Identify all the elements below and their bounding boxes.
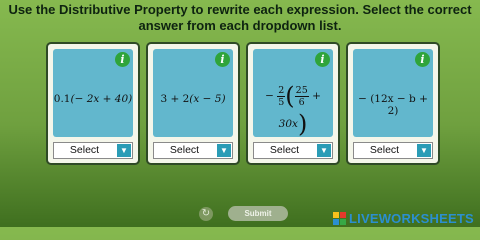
question-card-4: i − (12x − b + 2) Select ▼ [346, 42, 440, 165]
submit-button[interactable]: Submit [228, 206, 288, 221]
expression-4: − (12x − b + 2) [358, 93, 428, 117]
expression-panel: i 0.1(− 2x + 40) [53, 49, 133, 137]
logo-icon [333, 211, 346, 225]
question-card-2: i 3 + 2(x − 5) Select ▼ [146, 42, 240, 165]
chevron-down-icon[interactable]: ▼ [417, 144, 431, 157]
close-paren: ) [297, 110, 308, 138]
open-paren: ( [285, 82, 295, 110]
info-icon[interactable]: i [415, 52, 430, 67]
logo-text: LIVEWORKSHEETS [349, 210, 474, 226]
expression-3: − 2 5 ( 25 6 + 30x) [253, 82, 333, 138]
expression-1-coef: 0.1 [53, 93, 71, 105]
answer-dropdown-2[interactable]: Select ▼ [153, 142, 233, 159]
expression-panel: i − (12x − b + 2) [353, 49, 433, 137]
liveworksheets-logo: LIVEWORKSHEETS [333, 210, 474, 226]
info-icon[interactable]: i [315, 52, 330, 67]
instructions-text: Use the Distributive Property to rewrite… [8, 2, 472, 33]
chevron-down-icon[interactable]: ▼ [117, 144, 131, 157]
chevron-down-icon[interactable]: ▼ [317, 144, 331, 157]
expression-1: 0.1(− 2x + 40) [53, 93, 133, 105]
dropdown-value: Select [269, 144, 300, 156]
dropdown-value: Select [169, 144, 200, 156]
info-icon[interactable]: i [115, 52, 130, 67]
expression-3-sign: − [265, 90, 274, 102]
fraction-denominator: 6 [298, 96, 305, 108]
answer-dropdown-1[interactable]: Select ▼ [53, 142, 133, 159]
answer-dropdown-4[interactable]: Select ▼ [353, 142, 433, 159]
expression-1-body: (− 2x + 40) [70, 93, 133, 105]
info-icon[interactable]: i [215, 52, 230, 67]
expression-2: 3 + 2(x − 5) [153, 93, 233, 105]
expression-panel: i 3 + 2(x − 5) [153, 49, 233, 137]
fraction-25-6: 25 6 [294, 84, 309, 108]
question-card-3: i − 2 5 ( 25 6 + 30x) Select ▼ [246, 42, 340, 165]
expression-2-b: (x − 5) [189, 93, 226, 105]
fraction-numerator: 25 [294, 84, 309, 97]
expression-2-a: 3 + 2 [160, 93, 190, 105]
dropdown-value: Select [369, 144, 400, 156]
answer-dropdown-3[interactable]: Select ▼ [253, 142, 333, 159]
chevron-down-icon[interactable]: ▼ [217, 144, 231, 157]
expression-panel: i − 2 5 ( 25 6 + 30x) [253, 49, 333, 138]
dropdown-value: Select [69, 144, 100, 156]
reset-icon[interactable]: ↻ [199, 207, 213, 221]
question-card-1: i 0.1(− 2x + 40) Select ▼ [46, 42, 140, 165]
